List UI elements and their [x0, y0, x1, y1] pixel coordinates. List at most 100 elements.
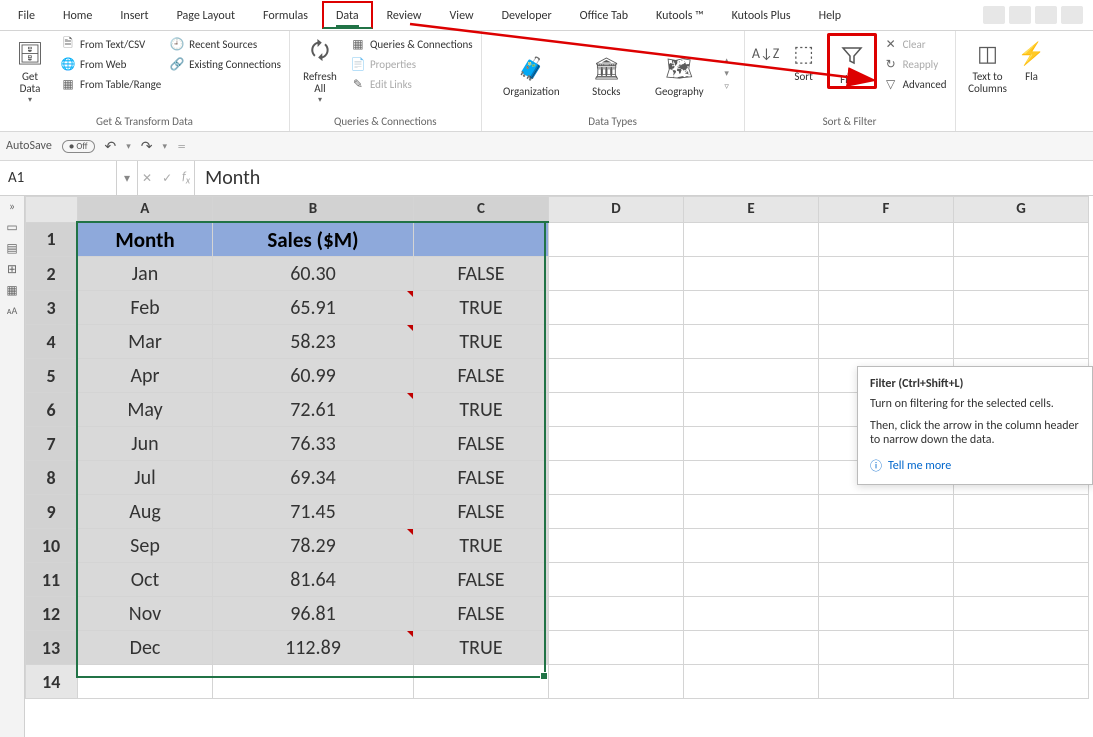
cell-A6[interactable]: May — [77, 393, 213, 427]
cell-D5[interactable] — [549, 359, 684, 393]
row-header-12[interactable]: 12 — [26, 597, 78, 631]
cell-A13[interactable]: Dec — [77, 631, 213, 665]
cell-B11[interactable]: 81.64 — [213, 563, 414, 597]
reapply-button[interactable]: ↻Reapply — [881, 55, 949, 73]
cell-D13[interactable] — [549, 631, 684, 665]
sort-asc-button[interactable]: A↓Z — [751, 33, 781, 69]
cell-E8[interactable] — [684, 461, 819, 495]
cancel-icon[interactable]: ✕ — [142, 171, 152, 186]
existing-connections-button[interactable]: 🔗Existing Connections — [167, 55, 283, 73]
edit-links-button[interactable]: ✎Edit Links — [348, 75, 475, 93]
tell-me-more-link[interactable]: ⓘTell me more — [870, 457, 1080, 474]
cell-G3[interactable] — [954, 291, 1089, 325]
cell-E1[interactable] — [684, 222, 819, 257]
name-box[interactable]: A1 — [0, 161, 117, 195]
refresh-all-button[interactable]: 🗘 Refresh All ▾ — [296, 33, 344, 105]
from-table-range-button[interactable]: ▦From Table/Range — [58, 75, 163, 93]
col-header-F[interactable]: F — [819, 197, 954, 223]
cell-D2[interactable] — [549, 257, 684, 291]
col-header-B[interactable]: B — [213, 197, 414, 223]
tab-view[interactable]: View — [436, 1, 488, 29]
cell-F1[interactable] — [819, 222, 954, 257]
cell-E6[interactable] — [684, 393, 819, 427]
tab-review[interactable]: Review — [373, 1, 436, 29]
cell-C12[interactable]: FALSE — [414, 597, 549, 631]
cell-D4[interactable] — [549, 325, 684, 359]
cell-F11[interactable] — [819, 563, 954, 597]
cell-G4[interactable] — [954, 325, 1089, 359]
customize-qat[interactable]: ＝ — [177, 140, 186, 153]
row-header-2[interactable]: 2 — [26, 257, 78, 291]
row-header-8[interactable]: 8 — [26, 461, 78, 495]
tab-kutools-[interactable]: Kutools ™ — [642, 1, 718, 29]
tab-home[interactable]: Home — [49, 1, 106, 29]
queries-connections-button[interactable]: ▦Queries & Connections — [348, 35, 475, 53]
enter-icon[interactable]: ✓ — [162, 171, 172, 186]
cell-B9[interactable]: 71.45 — [213, 495, 414, 529]
cell-F9[interactable] — [819, 495, 954, 529]
cell-E5[interactable] — [684, 359, 819, 393]
tab-formulas[interactable]: Formulas — [249, 1, 322, 29]
cell-D7[interactable] — [549, 427, 684, 461]
comment-indicator[interactable] — [407, 529, 413, 535]
cell-A8[interactable]: Jul — [77, 461, 213, 495]
cell-B6[interactable]: 72.61 — [213, 393, 414, 427]
redo-button[interactable]: ↷ — [141, 138, 153, 155]
cell-G9[interactable] — [954, 495, 1089, 529]
tab-help[interactable]: Help — [805, 1, 856, 29]
cell-B8[interactable]: 69.34 — [213, 461, 414, 495]
cell-E9[interactable] — [684, 495, 819, 529]
cell-F4[interactable] — [819, 325, 954, 359]
geography-button[interactable]: 🗺Geography — [646, 48, 712, 98]
data-types-nav[interactable]: ▴▾▿ — [724, 55, 729, 92]
pane-icon[interactable]: ▭ — [6, 220, 17, 235]
comment-indicator[interactable] — [407, 291, 413, 297]
cell-B5[interactable]: 60.99 — [213, 359, 414, 393]
tab-office-tab[interactable]: Office Tab — [566, 1, 642, 29]
pane-icon[interactable]: ⊞ — [7, 262, 17, 277]
col-header-E[interactable]: E — [684, 197, 819, 223]
organization-button[interactable]: 🧳Organization — [496, 48, 566, 98]
filter-button[interactable]: Filter — [832, 36, 872, 86]
cell-F2[interactable] — [819, 257, 954, 291]
cell-D10[interactable] — [549, 529, 684, 563]
cell-F3[interactable] — [819, 291, 954, 325]
cell-C14[interactable] — [414, 665, 549, 699]
cell-E11[interactable] — [684, 563, 819, 597]
pane-icon[interactable]: ᴀA — [7, 304, 18, 317]
cell-B10[interactable]: 78.29 — [213, 529, 414, 563]
qat-dropdown[interactable]: ▾ — [163, 141, 168, 152]
cell-F12[interactable] — [819, 597, 954, 631]
fx-icon[interactable]: fx — [182, 170, 190, 186]
select-all-corner[interactable] — [26, 197, 78, 223]
autosave-toggle[interactable]: ● Off — [62, 140, 95, 153]
comment-indicator[interactable] — [407, 393, 413, 399]
sort-button[interactable]: ⬚Sort — [785, 33, 823, 83]
row-header-5[interactable]: 5 — [26, 359, 78, 393]
col-header-G[interactable]: G — [954, 197, 1089, 223]
cell-C9[interactable]: FALSE — [414, 495, 549, 529]
cell-E13[interactable] — [684, 631, 819, 665]
cell-G1[interactable] — [954, 222, 1089, 257]
tab-data[interactable]: Data — [322, 1, 373, 29]
row-header-10[interactable]: 10 — [26, 529, 78, 563]
qat-dropdown[interactable]: ▾ — [126, 141, 131, 152]
stocks-button[interactable]: 🏛Stocks — [578, 48, 634, 98]
cell-A11[interactable]: Oct — [77, 563, 213, 597]
cell-C5[interactable]: FALSE — [414, 359, 549, 393]
cell-B1[interactable]: Sales ($M) — [213, 222, 414, 257]
cell-G13[interactable] — [954, 631, 1089, 665]
cell-E3[interactable] — [684, 291, 819, 325]
cell-D6[interactable] — [549, 393, 684, 427]
cell-C2[interactable]: FALSE — [414, 257, 549, 291]
get-data-button[interactable]: 🗄 Get Data ▾ — [6, 33, 54, 105]
cell-A5[interactable]: Apr — [77, 359, 213, 393]
cell-D14[interactable] — [549, 665, 684, 699]
col-header-C[interactable]: C — [414, 197, 549, 223]
cell-G2[interactable] — [954, 257, 1089, 291]
cell-C10[interactable]: TRUE — [414, 529, 549, 563]
cell-E2[interactable] — [684, 257, 819, 291]
cell-D11[interactable] — [549, 563, 684, 597]
cell-G10[interactable] — [954, 529, 1089, 563]
flash-fill-button[interactable]: ⚡Fla — [1018, 33, 1046, 83]
